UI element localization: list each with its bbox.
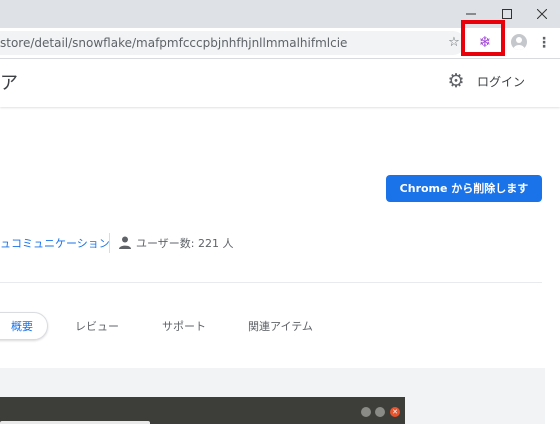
store-title: ア (0, 73, 18, 94)
url-text[interactable]: store/detail/snowflake/mafpmfcccpbjnhfhj… (0, 31, 347, 55)
page-scroll-edge (545, 368, 560, 424)
profile-avatar[interactable] (511, 34, 527, 50)
login-link[interactable]: ログイン (477, 73, 525, 90)
tab-overview[interactable]: 概要 (0, 312, 48, 340)
tab-reviews[interactable]: レビュー (75, 318, 119, 334)
maximize-icon (502, 9, 512, 19)
user-icon (119, 236, 131, 249)
user-count: ユーザー数: 221 人 (136, 237, 234, 250)
gear-icon[interactable]: ⚙ (446, 71, 466, 91)
category-link[interactable]: ュコミュニケーション (0, 235, 110, 251)
tab-overview-label: 概要 (11, 320, 33, 333)
address-bar[interactable]: store/detail/snowflake/mafpmfcccpbjnhfhj… (0, 31, 465, 55)
screenshot-preview[interactable] (0, 397, 405, 424)
tab-support[interactable]: サポート (162, 318, 206, 334)
minimize-icon (466, 13, 476, 15)
preview-minimize-icon (361, 407, 371, 417)
preview-maximize-icon (375, 407, 385, 417)
person-icon (513, 37, 525, 50)
menu-icon[interactable]: ⋮ (537, 32, 551, 54)
close-icon (537, 9, 547, 19)
tab-related[interactable]: 関連アイテム (248, 318, 313, 334)
preview-close-icon: ✕ (390, 407, 400, 417)
meta-divider (109, 233, 110, 253)
snowflake-icon[interactable]: ❄ (476, 33, 494, 51)
close-button[interactable] (524, 0, 560, 28)
store-header: ア ⚙ ログイン (0, 59, 560, 107)
section-divider (0, 282, 542, 283)
browser-toolbar: store/detail/snowflake/mafpmfcccpbjnhfhj… (0, 20, 560, 59)
star-icon[interactable]: ☆ (446, 31, 462, 55)
remove-from-chrome-button[interactable]: Chrome から削除します (386, 175, 542, 202)
